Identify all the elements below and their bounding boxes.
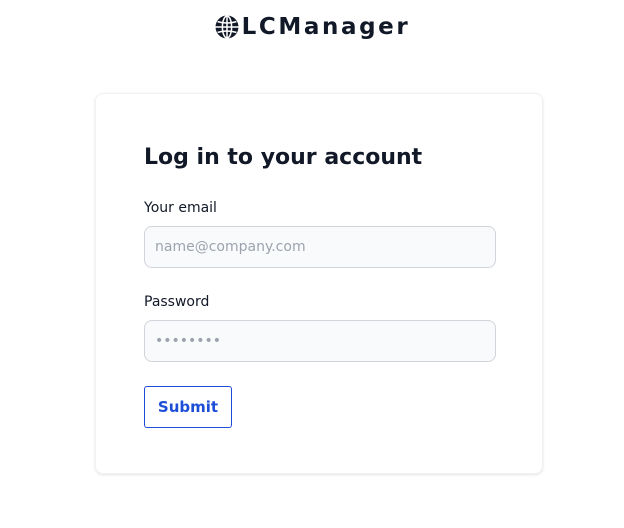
email-field[interactable] bbox=[144, 226, 496, 268]
password-field[interactable] bbox=[144, 320, 496, 362]
login-title: Log in to your account bbox=[144, 145, 423, 170]
submit-button[interactable]: Submit bbox=[144, 386, 232, 428]
login-card: Log in to your account Your email Passwo… bbox=[95, 93, 543, 474]
email-label: Your email bbox=[144, 200, 217, 216]
brand-header: LCManager bbox=[0, 14, 624, 40]
globe-icon bbox=[214, 14, 240, 40]
brand-name: LCManager bbox=[241, 14, 411, 40]
password-label: Password bbox=[144, 294, 210, 310]
